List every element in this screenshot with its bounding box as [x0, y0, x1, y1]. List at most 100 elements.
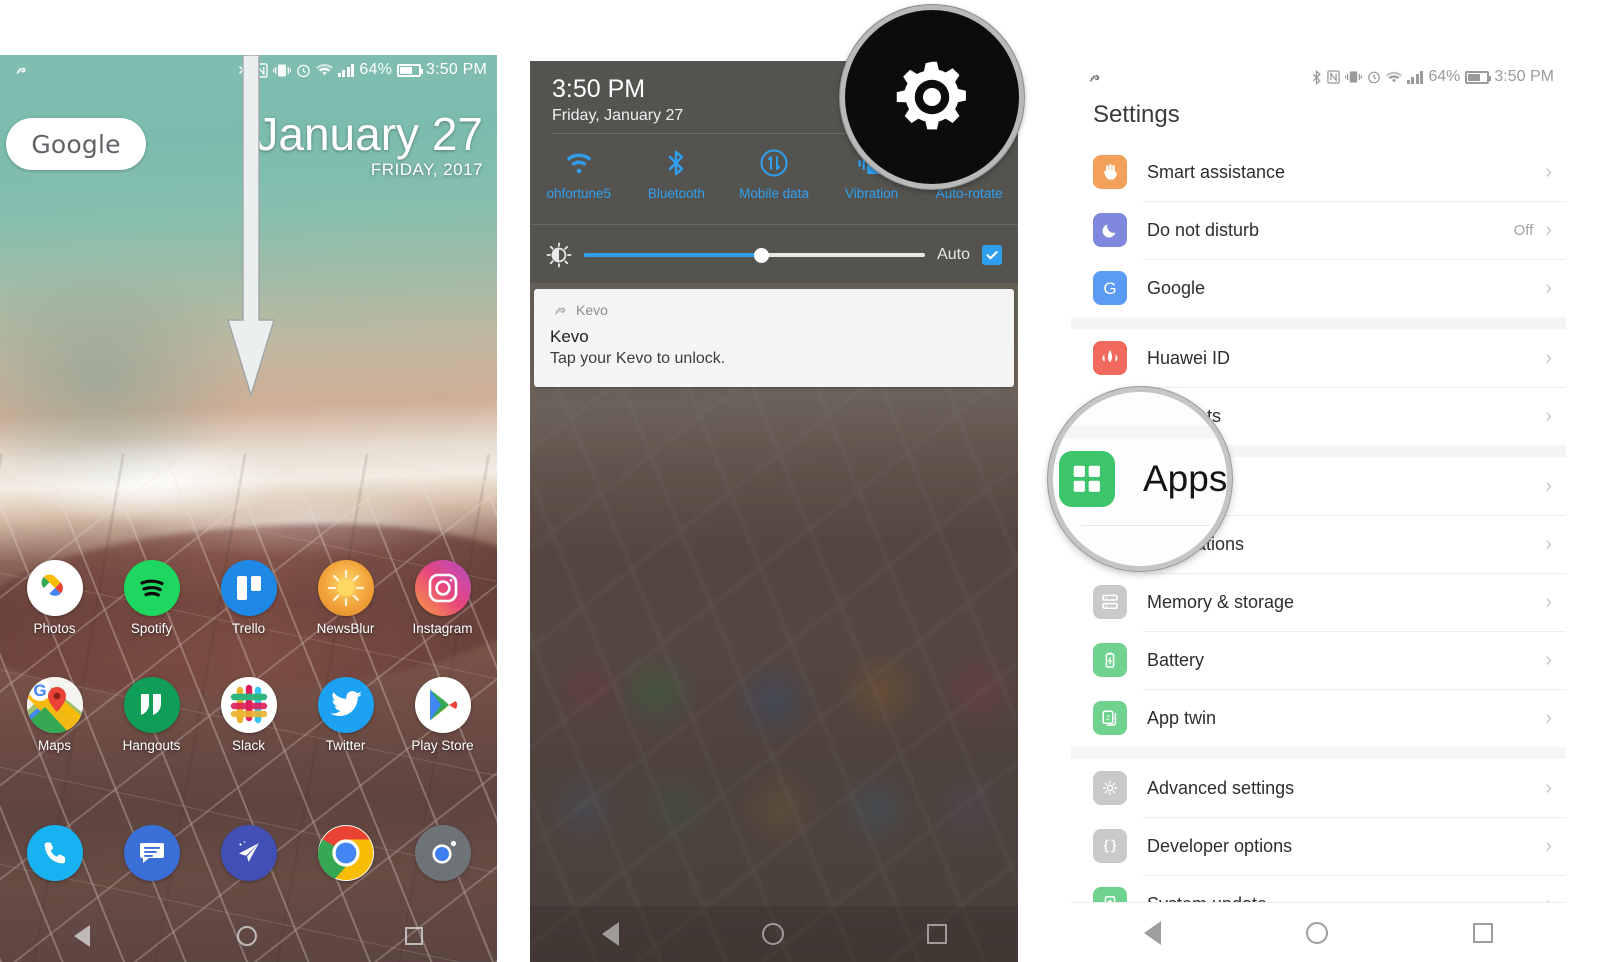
swipe-down-arrow-annotation	[216, 55, 286, 400]
hangouts-icon	[123, 677, 180, 733]
google-photos-icon	[26, 560, 83, 616]
settings-row-label: Do not disturb	[1147, 219, 1260, 240]
settings-row-memory-storage[interactable]: Memory & storage ›	[1071, 573, 1566, 631]
panel-home-screen: 64% 3:50 PM Google January 27 FRIDAY, 20…	[0, 55, 497, 962]
settings-row-smart-assistance[interactable]: Smart assistance ›	[1071, 143, 1566, 201]
settings-row-do-not-disturb[interactable]: Do not disturb Off ›	[1071, 201, 1566, 259]
home-button[interactable]	[1305, 921, 1328, 944]
brightness-row: Auto	[530, 233, 1018, 277]
settings-row-label: Memory & storage	[1147, 591, 1295, 612]
settings-row-app-twin[interactable]: 2 App twin ›	[1071, 689, 1566, 747]
app-icon-slack[interactable]: Slack	[206, 677, 292, 753]
settings-row-huawei-id[interactable]: Huawei ID ›	[1071, 329, 1566, 387]
navigation-bar	[530, 906, 1018, 962]
battery-percent: 64%	[359, 61, 392, 78]
back-button[interactable]	[601, 922, 619, 946]
recents-button[interactable]	[405, 927, 424, 945]
chevron-right-icon: ›	[1545, 475, 1552, 497]
app-icon-newsblur[interactable]: NewsBlur	[303, 560, 389, 636]
tile-wifi[interactable]: ohfortune5	[530, 145, 628, 201]
app-label: Slack	[231, 738, 265, 753]
storage-icon	[1093, 585, 1127, 619]
callout-label: Apps	[1143, 458, 1228, 499]
app-icon-play-store[interactable]: Play Store	[400, 677, 486, 753]
alarm-icon	[1367, 70, 1381, 84]
inbox-icon	[220, 825, 277, 881]
nfc-icon	[1327, 70, 1340, 84]
key-icon	[1085, 69, 1102, 86]
chevron-right-icon: ›	[1545, 707, 1552, 729]
chevron-right-icon: ›	[1545, 219, 1552, 241]
key-icon	[12, 62, 28, 78]
section-gap	[1071, 747, 1566, 759]
wifi-icon	[1385, 71, 1402, 84]
settings-row-label: Google	[1147, 277, 1206, 298]
date-day: January 27	[255, 108, 483, 160]
wifi-icon	[315, 63, 333, 77]
app-icon-twitter[interactable]: Twitter	[303, 677, 389, 753]
home-button[interactable]	[761, 923, 784, 945]
app-icon-spotify[interactable]: Spotify	[109, 560, 195, 636]
settings-row-advanced-settings[interactable]: Advanced settings ›	[1071, 759, 1566, 817]
battery-icon	[1465, 70, 1492, 84]
signal-icon	[1406, 70, 1424, 84]
google-search-pill[interactable]: Google	[6, 118, 146, 170]
settings-row-label: Smart assistance	[1147, 161, 1286, 182]
tile-bluetooth[interactable]: Bluetooth	[628, 145, 726, 201]
brightness-slider-fill	[584, 253, 762, 257]
navigation-bar	[0, 910, 497, 962]
battery-percent: 64%	[1428, 68, 1461, 85]
app-icon-maps[interactable]: G Maps	[12, 677, 98, 753]
tile-label: Bluetooth	[647, 186, 705, 201]
battery-icon	[1093, 643, 1127, 677]
app-icon-trello[interactable]: Trello	[206, 560, 292, 636]
brightness-slider[interactable]	[584, 247, 926, 263]
dock-icon-inbox[interactable]	[206, 825, 292, 886]
dock-icon-messages[interactable]	[109, 825, 195, 886]
app-icon-hangouts[interactable]: Hangouts	[109, 677, 195, 753]
dock-icon-phone[interactable]	[12, 825, 98, 886]
battery-icon	[397, 63, 423, 77]
moon-icon	[1093, 213, 1127, 247]
bluetooth-icon	[1311, 69, 1322, 85]
app-label: Hangouts	[122, 738, 181, 753]
settings-row-label: App twin	[1147, 707, 1217, 728]
recents-button[interactable]	[926, 924, 947, 944]
apps-row-callout[interactable]: Apps	[1048, 387, 1232, 571]
date-widget[interactable]: January 27 FRIDAY, 2017	[255, 110, 483, 180]
settings-gear-callout[interactable]	[840, 5, 1024, 189]
app-icon-instagram[interactable]: Instagram	[400, 560, 486, 636]
app-row-1: Photos Spotify Trello NewsBlur Instagram	[0, 560, 497, 636]
key-icon	[550, 301, 568, 319]
settings-row-google[interactable]: G Google ›	[1071, 259, 1566, 317]
back-button[interactable]	[73, 925, 90, 947]
tile-mobile-data[interactable]: Mobile data	[725, 145, 823, 201]
auto-brightness-label: Auto	[937, 246, 970, 263]
chevron-right-icon: ›	[1545, 347, 1552, 369]
camera-icon	[414, 825, 471, 881]
settings-row-label: Huawei ID	[1147, 347, 1231, 368]
page-title: Settings	[1071, 93, 1566, 143]
alarm-icon	[296, 63, 311, 78]
bluetooth-icon	[628, 145, 726, 181]
dock-icon-camera[interactable]	[400, 825, 486, 886]
settings-row-battery[interactable]: Battery ›	[1071, 631, 1566, 689]
back-button[interactable]	[1143, 920, 1161, 945]
app-icon-photos[interactable]: Photos	[12, 560, 98, 636]
home-button[interactable]	[237, 926, 258, 946]
brightness-icon	[546, 242, 572, 268]
svg-text:G: G	[1103, 279, 1116, 298]
notification-app-name: Kevo	[576, 302, 608, 318]
svg-text:G: G	[33, 681, 46, 700]
dock-row	[0, 825, 497, 886]
tile-label: Mobile data	[739, 186, 809, 201]
notification-card[interactable]: Kevo Kevo Tap your Kevo to unlock.	[534, 289, 1014, 387]
brightness-slider-knob[interactable]	[753, 247, 769, 263]
recents-button[interactable]	[1473, 922, 1494, 943]
tile-label: Vibration	[845, 186, 899, 201]
app-label: NewsBlur	[316, 621, 375, 636]
auto-brightness-checkbox[interactable]	[982, 245, 1002, 265]
apps-grid-icon	[1059, 451, 1115, 507]
settings-row-developer-options[interactable]: Developer options ›	[1071, 817, 1566, 875]
dock-icon-chrome[interactable]	[303, 825, 389, 886]
